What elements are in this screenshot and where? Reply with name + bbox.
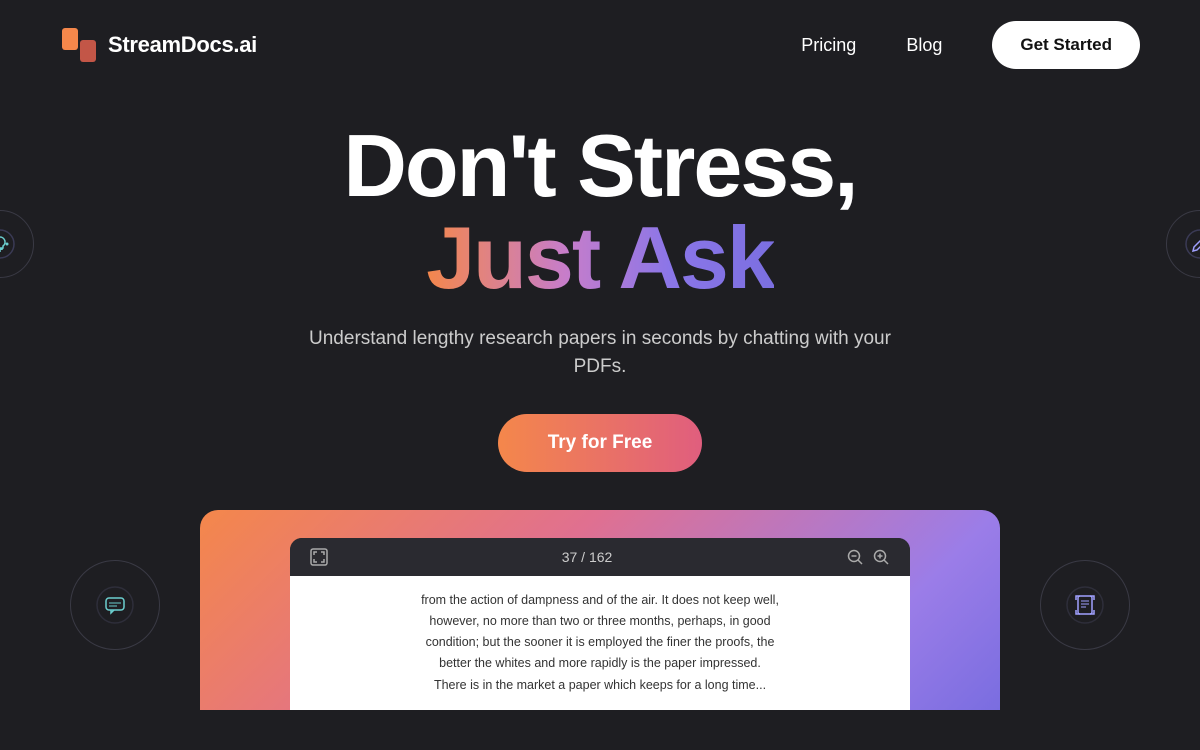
pdf-text-line2: however, no more than two or three month… [310, 611, 890, 632]
pdf-content-area: from the action of dampness and of the a… [290, 576, 910, 710]
pdf-text-line4: better the whites and more rapidly is th… [310, 653, 890, 674]
nav-links: Pricing Blog Get Started [801, 21, 1140, 69]
deco-circle-left-bottom [70, 560, 160, 650]
pdf-page-indicator: 37 / 162 [562, 549, 613, 565]
get-started-button[interactable]: Get Started [992, 21, 1140, 69]
pdf-page-total: 162 [589, 549, 612, 565]
logo[interactable]: StreamDocs.ai [60, 26, 257, 64]
lightbulb-icon [0, 211, 33, 277]
deco-circle-right-bottom [1040, 560, 1130, 650]
navbar: StreamDocs.ai Pricing Blog Get Started [0, 0, 1200, 90]
pencil-icon [1167, 211, 1200, 277]
pdf-viewer: 37 / 162 [290, 538, 910, 710]
hero-section: Don't Stress, Just Ask Understand length… [0, 90, 1200, 710]
pdf-toolbar: 37 / 162 [290, 538, 910, 576]
try-for-free-button[interactable]: Try for Free [498, 414, 703, 472]
expand-icon [310, 548, 328, 566]
pdf-text-line3: condition; but the sooner it is employed… [310, 632, 890, 653]
zoom-in-icon[interactable] [872, 548, 890, 566]
pdf-toolbar-left-icons [310, 548, 328, 566]
chat-icon [71, 561, 159, 649]
zoom-out-icon[interactable] [846, 548, 864, 566]
logo-text: StreamDocs.ai [108, 32, 257, 58]
pdf-preview-card: 37 / 162 [200, 510, 1000, 710]
hero-description: Understand lengthy research papers in se… [290, 325, 910, 382]
pdf-text-line1: from the action of dampness and of the a… [310, 590, 890, 611]
pdf-text-line5: There is in the market a paper which kee… [310, 675, 890, 696]
document-scan-icon [1041, 561, 1129, 649]
pdf-zoom-controls [846, 548, 890, 566]
logo-icon [60, 26, 98, 64]
hero-title-line1: Don't Stress, [343, 120, 856, 212]
deco-circle-left-top [0, 210, 34, 278]
pdf-page-current: 37 [562, 549, 578, 565]
nav-pricing[interactable]: Pricing [801, 35, 856, 56]
hero-title-line2: Just Ask [426, 212, 774, 304]
deco-circle-right-top [1166, 210, 1200, 278]
nav-blog[interactable]: Blog [906, 35, 942, 56]
pdf-page-separator: / [581, 549, 589, 565]
